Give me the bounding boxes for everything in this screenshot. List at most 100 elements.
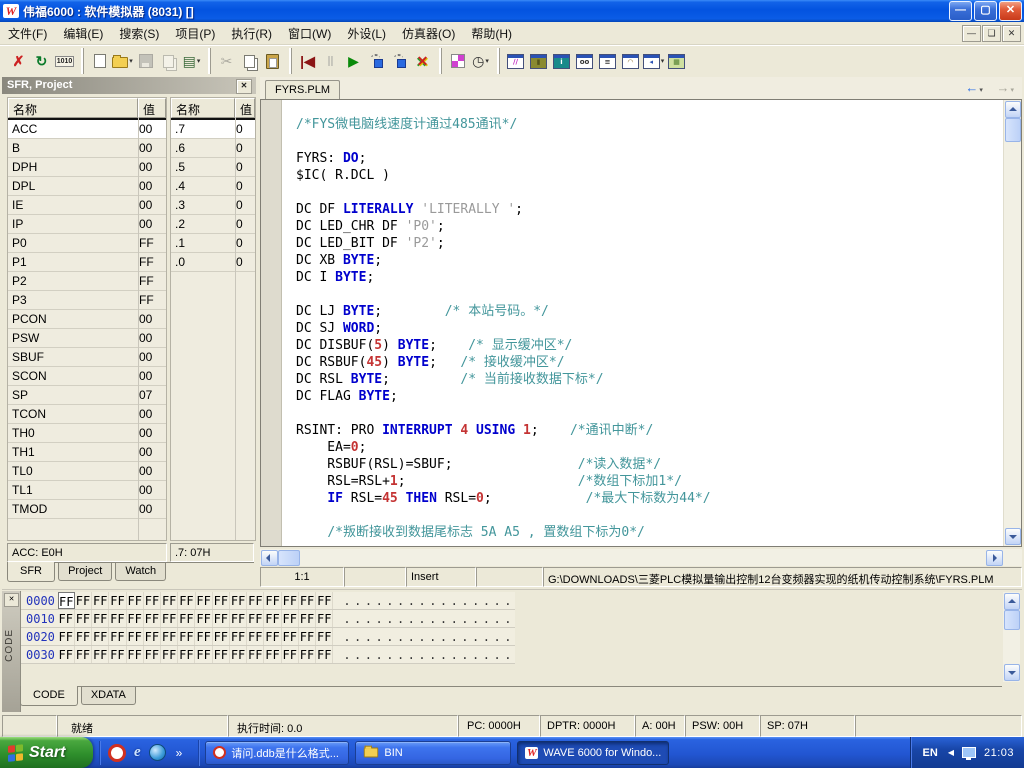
menu-item-2[interactable]: 搜索(S) xyxy=(111,22,167,45)
memory-byte[interactable]: FF xyxy=(92,610,109,627)
memory-byte[interactable]: FF xyxy=(75,610,92,627)
list-window-icon[interactable]: ≡ xyxy=(596,50,619,73)
register-value[interactable]: 00 xyxy=(136,424,166,442)
register-value[interactable]: 00 xyxy=(136,481,166,499)
register-row[interactable]: TL100 xyxy=(8,481,166,500)
register-value[interactable]: FF xyxy=(136,272,166,290)
memory-byte[interactable]: FF xyxy=(247,592,264,609)
memory-byte[interactable]: FF xyxy=(247,628,264,645)
register-value[interactable]: 07 xyxy=(136,386,166,404)
memory-byte[interactable]: FF xyxy=(230,628,247,645)
menu-item-6[interactable]: 外设(L) xyxy=(339,22,394,45)
memory-byte[interactable]: FF xyxy=(109,628,126,645)
globe-icon[interactable] xyxy=(149,744,166,761)
bit-value[interactable]: 0 xyxy=(233,120,255,138)
minimize-button[interactable]: — xyxy=(949,1,972,21)
chevron-icon[interactable]: » xyxy=(176,746,183,760)
stopwatch-icon-dropdown[interactable]: ▾ xyxy=(485,57,489,65)
bit-row[interactable]: .10 xyxy=(171,234,255,253)
register-value[interactable]: 00 xyxy=(136,348,166,366)
forward-dropdown-icon[interactable]: ▾ xyxy=(1010,87,1014,94)
start-button[interactable]: Start xyxy=(0,737,93,768)
memory-byte[interactable]: FF xyxy=(213,628,230,645)
register-row[interactable]: SP07 xyxy=(8,386,166,405)
memory-byte[interactable]: FF xyxy=(282,646,299,663)
breakpoint-icon[interactable] xyxy=(446,50,469,73)
register-value[interactable]: 00 xyxy=(136,462,166,480)
cpu-window-icon-dropdown[interactable]: ▾ xyxy=(661,57,665,65)
save-all-icon[interactable] xyxy=(157,50,180,73)
refresh-icon[interactable]: ↻ xyxy=(30,50,53,73)
info-window-icon[interactable]: i xyxy=(550,50,573,73)
memory-byte[interactable]: FF xyxy=(282,610,299,627)
register-row[interactable]: TH100 xyxy=(8,443,166,462)
bit-value[interactable]: 0 xyxy=(233,139,255,157)
memory-byte[interactable]: FF xyxy=(299,628,316,645)
register-value[interactable]: 00 xyxy=(136,500,166,518)
memory-byte[interactable]: FF xyxy=(144,592,161,609)
register-row[interactable]: DPH00 xyxy=(8,158,166,177)
open-file-icon-dropdown[interactable]: ▾ xyxy=(129,57,133,65)
mdi-close-button[interactable]: ✕ xyxy=(1002,25,1021,42)
menu-item-4[interactable]: 执行(R) xyxy=(223,22,280,45)
register-value[interactable]: 00 xyxy=(136,158,166,176)
scroll-down-icon[interactable] xyxy=(1005,528,1021,545)
run-icon[interactable]: ▶ xyxy=(342,50,365,73)
register-value[interactable]: 00 xyxy=(136,405,166,423)
memory-byte[interactable]: FF xyxy=(178,646,195,663)
ie-icon[interactable]: e xyxy=(134,744,141,761)
memory-byte[interactable]: FF xyxy=(264,646,281,663)
collapse-icon[interactable]: ◀ xyxy=(948,748,954,757)
memory-row[interactable]: 0010FFFFFFFFFFFFFFFFFFFFFFFFFFFFFFFF....… xyxy=(21,610,515,628)
register-row[interactable]: SCON00 xyxy=(8,367,166,386)
bit-row[interactable]: .70 xyxy=(171,118,255,139)
memory-row[interactable]: 0020FFFFFFFFFFFFFFFFFFFFFFFFFFFFFFFF....… xyxy=(21,628,515,646)
memory-byte[interactable]: FF xyxy=(161,592,178,609)
memory-byte[interactable]: FF xyxy=(178,592,195,609)
register-value[interactable]: FF xyxy=(136,291,166,309)
memory-byte[interactable]: FF xyxy=(178,628,195,645)
opera-icon[interactable] xyxy=(108,744,126,762)
register-value[interactable]: FF xyxy=(136,253,166,271)
memory-byte[interactable]: FF xyxy=(316,646,333,663)
memory-byte[interactable]: FF xyxy=(195,628,212,645)
memory-byte[interactable]: FF xyxy=(109,610,126,627)
sfr-panel-close-icon[interactable]: ✕ xyxy=(236,79,252,94)
memory-window-icon[interactable]: ◠ xyxy=(619,50,642,73)
environment-icon-dropdown[interactable]: ▾ xyxy=(197,57,201,65)
register-value[interactable]: 00 xyxy=(136,139,166,157)
memory-scrollbar[interactable] xyxy=(1003,592,1020,682)
copy-icon[interactable] xyxy=(238,50,261,73)
scroll-down-icon[interactable] xyxy=(1004,664,1020,681)
bit-row[interactable]: .20 xyxy=(171,215,255,234)
register-row[interactable]: P0FF xyxy=(8,234,166,253)
register-row[interactable]: P2FF xyxy=(8,272,166,291)
bit-value[interactable]: 0 xyxy=(233,215,255,233)
memory-byte[interactable]: FF xyxy=(299,646,316,663)
memory-byte[interactable]: FF xyxy=(178,610,195,627)
taskbar-task-1[interactable]: 请问.ddb是什么格式... xyxy=(205,741,349,765)
close-button[interactable]: ✕ xyxy=(999,1,1022,21)
memory-byte[interactable]: FF xyxy=(75,592,92,609)
register-row[interactable]: P3FF xyxy=(8,291,166,310)
mdi-restore-button[interactable]: ❏ xyxy=(982,25,1001,42)
memory-byte[interactable]: FF xyxy=(196,592,213,609)
memory-byte[interactable]: FF xyxy=(109,646,126,663)
bit-value[interactable]: 0 xyxy=(233,196,255,214)
menu-item-5[interactable]: 窗口(W) xyxy=(280,22,339,45)
menu-item-7[interactable]: 仿真器(O) xyxy=(394,22,463,45)
memory-byte[interactable]: FF xyxy=(127,592,144,609)
maximize-button[interactable]: ▢ xyxy=(974,1,997,21)
stopwatch-icon[interactable]: ◷▾ xyxy=(469,50,492,73)
register-value[interactable]: 00 xyxy=(136,310,166,328)
memory-byte[interactable]: FF xyxy=(127,646,144,663)
memory-byte[interactable]: FF xyxy=(58,628,75,645)
memory-byte[interactable]: FF xyxy=(92,592,109,609)
new-file-icon[interactable] xyxy=(88,50,111,73)
memory-row[interactable]: 0030FFFFFFFFFFFFFFFFFFFFFFFFFFFFFFFF....… xyxy=(21,646,515,664)
editor-horizontal-scrollbar[interactable] xyxy=(260,549,1022,566)
menu-item-8[interactable]: 帮助(H) xyxy=(463,22,520,45)
register-value[interactable]: 00 xyxy=(136,120,166,138)
bit-value[interactable]: 0 xyxy=(233,234,255,252)
register-row[interactable]: TMOD00 xyxy=(8,500,166,519)
